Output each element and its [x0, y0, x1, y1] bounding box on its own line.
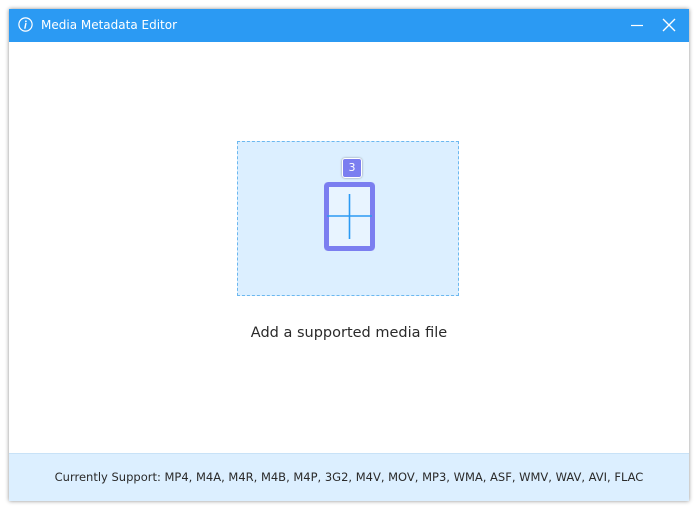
support-footer: Currently Support: MP4, M4A, M4R, M4B, M…: [9, 453, 689, 501]
app-window: Media Metadata Editor 3 Add a supported …: [9, 9, 689, 501]
info-icon: [18, 17, 33, 32]
add-file-prompt: Add a supported media file: [250, 325, 448, 341]
window-title: Media Metadata Editor: [41, 18, 178, 32]
add-file-plus-icon[interactable]: [321, 180, 378, 253]
minimize-icon: [631, 24, 643, 27]
title-bar[interactable]: Media Metadata Editor: [9, 9, 689, 42]
close-button[interactable]: [652, 9, 686, 42]
close-icon: [662, 18, 676, 32]
minimize-button[interactable]: [620, 9, 654, 42]
file-count-badge: 3: [342, 158, 362, 178]
add-file-dropzone[interactable]: 3: [237, 141, 459, 296]
supported-formats-text: Currently Support: MP4, M4A, M4R, M4B, M…: [54, 470, 644, 484]
